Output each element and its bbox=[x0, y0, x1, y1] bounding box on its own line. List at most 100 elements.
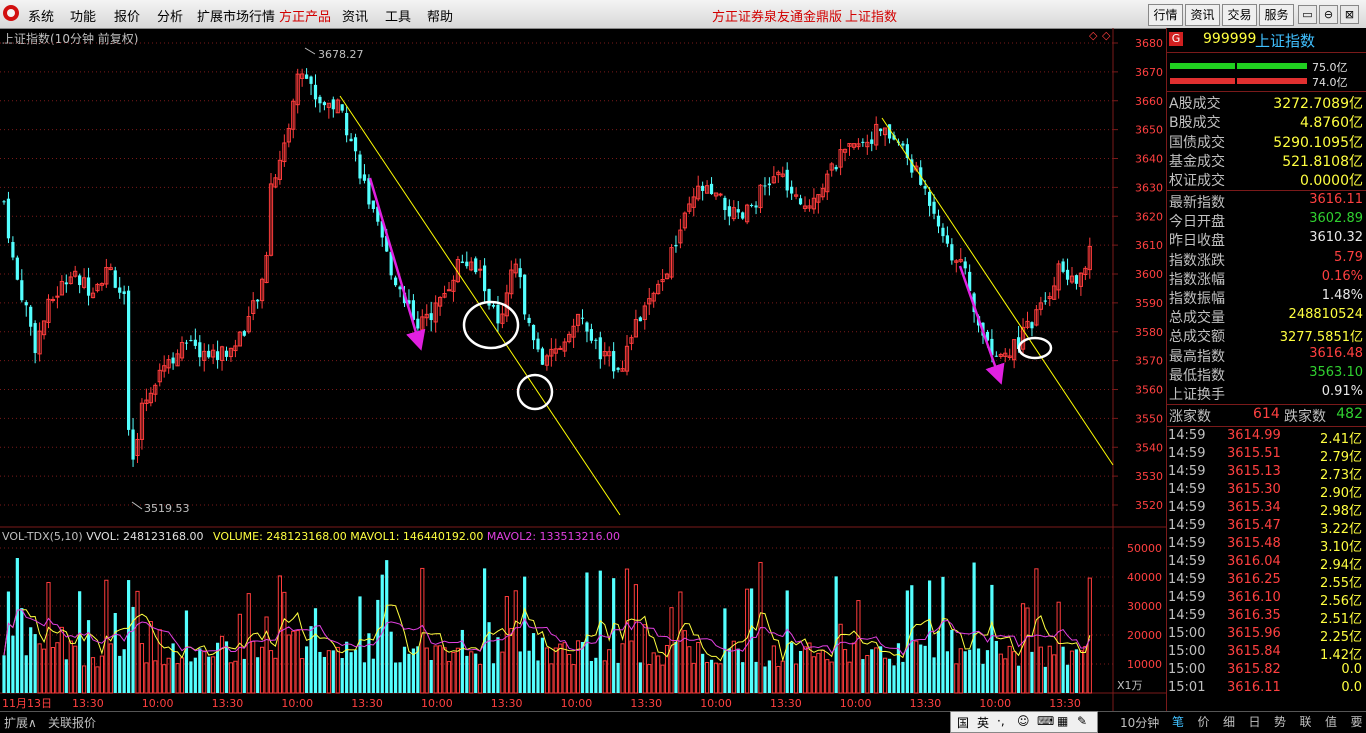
ime-write-icon[interactable]: ✎ bbox=[1077, 714, 1087, 728]
candle-body bbox=[242, 331, 246, 336]
ime-english-icon[interactable]: 英 bbox=[977, 714, 989, 731]
volume-bar bbox=[331, 650, 335, 693]
volume-bar bbox=[157, 629, 162, 694]
volume-bar bbox=[678, 591, 683, 694]
price-tick-label: 3680 bbox=[1135, 37, 1163, 50]
tick-price: 3616.35 bbox=[1227, 608, 1281, 623]
menu-founder-products[interactable]: 方正产品 bbox=[279, 6, 331, 25]
ime-keyboard-icon[interactable]: ⌨ bbox=[1037, 714, 1054, 728]
candle-body bbox=[834, 166, 838, 170]
high-marker-line bbox=[304, 47, 316, 55]
volume-bar bbox=[633, 584, 638, 694]
menu-function[interactable]: 功能 bbox=[70, 6, 96, 25]
volume-bar bbox=[616, 662, 620, 693]
volume-bar bbox=[433, 645, 438, 694]
ime-toolbar[interactable]: 国 英 ·, ☺ ⌨ ▦ ✎ bbox=[950, 711, 1098, 733]
tick-row: 14:59 3616.10 2.56亿 bbox=[1167, 590, 1366, 609]
tick-price: 3615.34 bbox=[1227, 500, 1281, 515]
volume-bar bbox=[874, 647, 879, 694]
restore-icon[interactable]: ⊖ bbox=[1319, 5, 1338, 24]
volume-bar bbox=[709, 659, 714, 693]
panel-tab[interactable]: 细 bbox=[1223, 713, 1235, 730]
volume-bar bbox=[50, 647, 56, 694]
tick-volume: 2.55亿 bbox=[1320, 576, 1362, 591]
panel-tab[interactable]: 笔 bbox=[1172, 713, 1184, 730]
ime-emoji-icon[interactable]: ☺ bbox=[1017, 714, 1030, 728]
candle-body bbox=[612, 351, 616, 372]
period-label[interactable]: 10分钟 bbox=[1120, 714, 1159, 731]
panel-tab[interactable]: 价 bbox=[1198, 713, 1210, 730]
volume-bar bbox=[1061, 646, 1065, 693]
stat-row: 总成交额 3277.5851亿 bbox=[1167, 326, 1366, 345]
minimize-icon[interactable]: ▭ bbox=[1298, 5, 1317, 24]
volume-bar bbox=[954, 663, 959, 694]
kline-chart[interactable]: 3678.27 3519.53 3680 3670 3660 3650 3640 3630 3… bbox=[0, 28, 1166, 711]
service-button[interactable]: 服务 bbox=[1259, 4, 1294, 26]
volume-bar bbox=[353, 649, 358, 693]
candle-body bbox=[750, 204, 754, 206]
panel-tab[interactable]: 要 bbox=[1351, 713, 1363, 730]
candle-body bbox=[362, 174, 367, 181]
time-label: 13:30 bbox=[630, 697, 662, 710]
news-button[interactable]: 资讯 bbox=[1185, 4, 1220, 26]
menu-help[interactable]: 帮助 bbox=[427, 6, 453, 25]
price-tick-label: 3560 bbox=[1135, 384, 1163, 397]
volume-bar bbox=[135, 590, 140, 694]
volume-bar bbox=[820, 649, 825, 694]
trade-button[interactable]: 交易 bbox=[1222, 4, 1257, 26]
volume-bar bbox=[736, 648, 740, 693]
menu-analysis[interactable]: 分析 bbox=[157, 6, 183, 25]
volume-bar bbox=[198, 648, 202, 693]
volume-bar bbox=[771, 645, 776, 694]
turnover-value: 4.8760亿 bbox=[1300, 115, 1363, 132]
volume-bar bbox=[713, 662, 719, 694]
volume-bar bbox=[362, 662, 367, 693]
time-label: 13:30 bbox=[72, 697, 104, 710]
panel-tab[interactable]: 势 bbox=[1274, 713, 1286, 730]
ime-chinese-icon[interactable]: 国 bbox=[957, 714, 969, 731]
tick-price: 3616.11 bbox=[1227, 680, 1281, 695]
expand-button[interactable]: 扩展∧ bbox=[4, 714, 37, 731]
candle-body bbox=[763, 185, 767, 187]
volume-bar bbox=[82, 665, 87, 694]
stat-row: 指数振幅 1.48% bbox=[1167, 288, 1366, 307]
volume-bar bbox=[802, 646, 808, 694]
volume-bar bbox=[1012, 651, 1017, 694]
candle-body bbox=[20, 280, 24, 301]
tick-row: 14:59 3616.35 2.51亿 bbox=[1167, 608, 1366, 627]
tick-row: 14:59 3615.34 2.98亿 bbox=[1167, 500, 1366, 519]
candle-body bbox=[1043, 300, 1047, 302]
menu-tools[interactable]: 工具 bbox=[385, 6, 411, 25]
quote-button[interactable]: 行情 bbox=[1148, 4, 1183, 26]
ime-skin-icon[interactable]: ▦ bbox=[1057, 714, 1068, 728]
ime-punct-icon[interactable]: ·, bbox=[997, 714, 1005, 728]
tick-time: 14:59 bbox=[1168, 554, 1206, 569]
panel-tab[interactable]: 值 bbox=[1325, 713, 1337, 730]
tick-time: 15:00 bbox=[1168, 662, 1206, 677]
related-quotes-button[interactable]: 关联报价 bbox=[48, 714, 96, 731]
candle-body bbox=[345, 112, 349, 136]
tick-price: 3615.47 bbox=[1227, 518, 1281, 533]
turnover-row: B股成交 4.8760亿 bbox=[1167, 112, 1366, 131]
close-icon[interactable]: ⊠ bbox=[1340, 5, 1359, 24]
tick-volume: 2.73亿 bbox=[1320, 468, 1362, 483]
tick-row: 14:59 3615.13 2.73亿 bbox=[1167, 464, 1366, 483]
panel-tab[interactable]: 日 bbox=[1249, 713, 1261, 730]
price-tick-label: 3620 bbox=[1135, 210, 1163, 223]
tick-row: 14:59 3615.47 3.22亿 bbox=[1167, 518, 1366, 537]
menu-news[interactable]: 资讯 bbox=[342, 6, 368, 25]
volume-bar bbox=[928, 580, 932, 693]
menu-extended-market[interactable]: 扩展市场行情 bbox=[197, 6, 275, 25]
stat-value: 3616.48 bbox=[1309, 345, 1363, 361]
candle-body bbox=[1065, 269, 1070, 280]
tick-time: 15:01 bbox=[1168, 680, 1206, 695]
volume-bar bbox=[701, 653, 705, 693]
candle-body bbox=[353, 137, 358, 152]
menu-quote[interactable]: 报价 bbox=[114, 6, 140, 25]
price-tick-label: 3520 bbox=[1135, 499, 1163, 512]
menu-system[interactable]: 系统 bbox=[28, 6, 54, 25]
panel-tab[interactable]: 联 bbox=[1300, 713, 1312, 730]
candle-body bbox=[2, 201, 6, 203]
volume-bar bbox=[469, 651, 474, 694]
candle-body bbox=[932, 201, 936, 214]
